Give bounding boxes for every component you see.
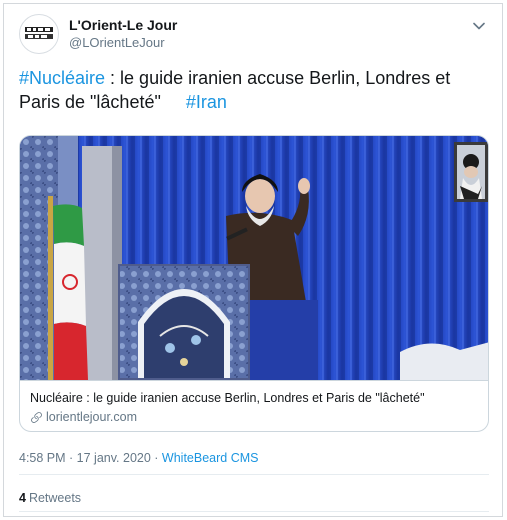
card-image[interactable]	[20, 136, 488, 380]
tweet-container: L'Orient-Le Jour @LOrientLeJour #Nucléai…	[3, 3, 503, 517]
avatar[interactable]	[19, 14, 59, 54]
tweet-source[interactable]: WhiteBeard CMS	[162, 451, 259, 465]
chevron-down-icon[interactable]	[469, 16, 489, 36]
retweets-stat[interactable]: 4 Retweets	[19, 490, 81, 506]
retweet-count: 4	[19, 491, 26, 505]
hashtag-iran[interactable]: #Iran	[186, 92, 227, 112]
link-card[interactable]: Nucléaire : le guide iranien accuse Berl…	[19, 135, 489, 432]
meta-separator: ·	[150, 451, 162, 465]
user-handle[interactable]: @LOrientLeJour	[69, 34, 177, 52]
hashtag-nucleaire[interactable]: #Nucléaire	[19, 68, 105, 88]
photo-image	[20, 136, 488, 380]
retweet-label: Retweets	[28, 491, 82, 505]
card-title[interactable]: Nucléaire : le guide iranien accuse Berl…	[30, 390, 480, 406]
tweet-text: #Nucléaire : le guide iranien accuse Ber…	[19, 66, 489, 114]
link-icon	[31, 411, 42, 423]
tweet-date[interactable]: 17 janv. 2020	[77, 451, 151, 465]
tweet-time[interactable]: 4:58 PM	[19, 451, 66, 465]
display-name[interactable]: L'Orient-Le Jour	[69, 16, 177, 34]
card-domain-text[interactable]: lorientlejour.com	[46, 408, 137, 426]
card-domain[interactable]: lorientlejour.com	[30, 408, 480, 426]
divider	[19, 474, 489, 475]
meta-separator: ·	[65, 451, 77, 465]
tweet-meta: 4:58 PM · 17 janv. 2020 · WhiteBeard CMS	[19, 450, 258, 466]
lorient-le-jour-logo-icon	[25, 27, 53, 39]
card-body[interactable]: Nucléaire : le guide iranien accuse Berl…	[20, 380, 488, 431]
divider	[19, 511, 489, 512]
tweet-header: L'Orient-Le Jour @LOrientLeJour	[19, 14, 489, 60]
